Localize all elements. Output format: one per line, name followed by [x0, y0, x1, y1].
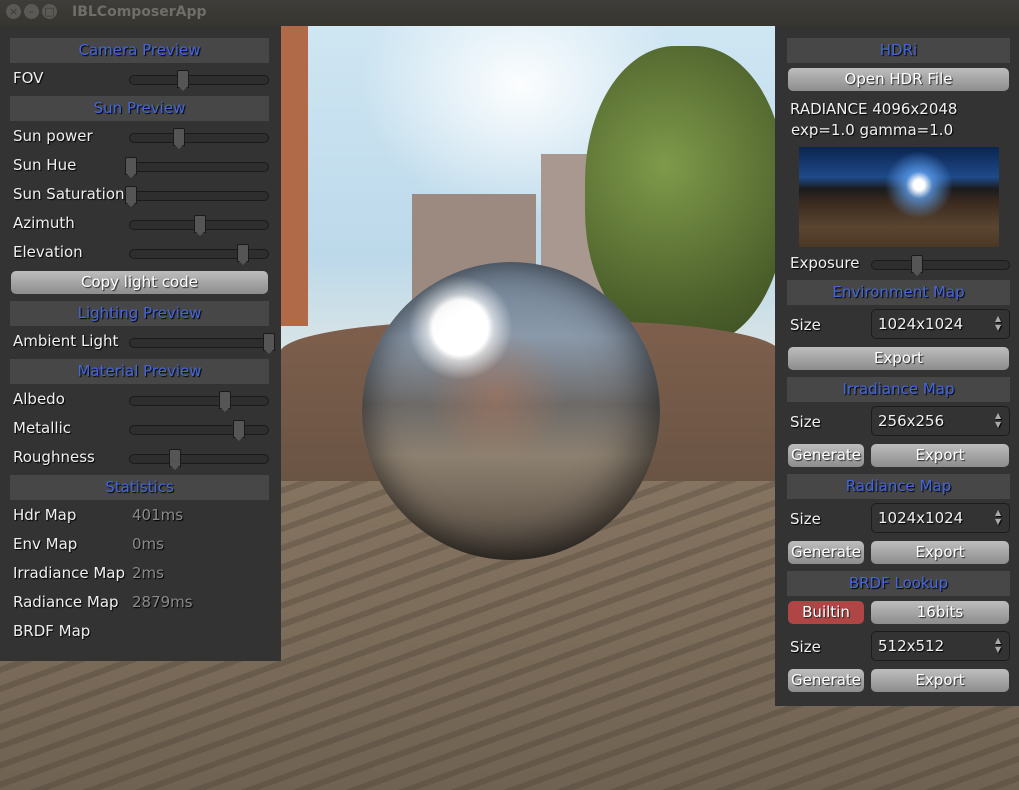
spin-arrows-icon[interactable]: ▲ ▼ — [995, 411, 1003, 429]
stat-label: Env Map — [13, 535, 78, 553]
camera-preview-header: Camera Preview — [10, 38, 269, 63]
sun-preview-header: Sun Preview — [10, 96, 269, 121]
spin-arrows-icon[interactable]: ▲ ▼ — [995, 636, 1003, 654]
stat-label: Radiance Map — [13, 593, 119, 611]
sun-saturation-label: Sun Saturation — [13, 185, 125, 203]
environment-map-header: Environment Map — [787, 280, 1010, 305]
brdf-lookup-header: BRDF Lookup — [787, 571, 1010, 596]
metallic-label: Metallic — [13, 419, 71, 437]
irr-size-value: 256x256 — [878, 412, 945, 430]
slider-handle[interactable] — [194, 215, 206, 236]
brdf-16bits-button[interactable]: 16bits — [871, 601, 1009, 624]
maximize-icon[interactable]: □ — [42, 4, 57, 19]
sun-power-label: Sun power — [13, 127, 93, 145]
slider-handle[interactable] — [177, 70, 190, 91]
slider-handle[interactable] — [232, 420, 245, 441]
stat-value: 2879ms — [132, 593, 193, 611]
elevation-label: Elevation — [13, 243, 83, 261]
stat-label: BRDF Map — [13, 622, 91, 640]
close-icon[interactable]: × — [6, 4, 21, 19]
brdf-builtin-button[interactable]: Builtin — [788, 601, 864, 624]
radiance-map-header: Radiance Map — [787, 474, 1010, 499]
fov-slider[interactable] — [129, 70, 269, 91]
slider-handle[interactable] — [218, 391, 231, 412]
slider-handle[interactable] — [173, 128, 186, 149]
minimize-icon[interactable]: – — [24, 4, 39, 19]
sun-hue-label: Sun Hue — [13, 156, 77, 174]
title-bar: × – □ IBLComposerApp — [0, 0, 1019, 26]
env-export-button[interactable]: Export — [788, 347, 1009, 370]
spin-arrows-icon[interactable]: ▲ ▼ — [995, 508, 1003, 526]
left-panel: Camera Preview FOV Sun Preview Sun power… — [0, 26, 281, 661]
material-sphere — [362, 262, 660, 560]
irr-size-label: Size — [790, 413, 821, 431]
hdri-header: HDRi — [787, 38, 1010, 63]
ambient-light-label: Ambient Light — [13, 332, 119, 350]
irr-size-spinbox[interactable]: 256x256 ▲ ▼ — [871, 406, 1010, 436]
brdf-size-value: 512x512 — [878, 637, 945, 655]
slider-handle[interactable] — [125, 186, 137, 207]
lighting-preview-header: Lighting Preview — [10, 301, 269, 326]
albedo-label: Albedo — [13, 390, 65, 408]
rad-size-value: 1024x1024 — [878, 509, 964, 527]
stat-value: 0ms — [132, 535, 164, 553]
env-size-spinbox[interactable]: 1024x1024 ▲ ▼ — [871, 309, 1010, 339]
stat-label: Irradiance Map — [13, 564, 125, 582]
brdf-export-button[interactable]: Export — [871, 669, 1009, 692]
rad-export-button[interactable]: Export — [871, 541, 1009, 564]
azimuth-label: Azimuth — [13, 214, 75, 232]
copy-light-code-button[interactable]: Copy light code — [11, 271, 268, 294]
azimuth-slider[interactable] — [129, 215, 269, 236]
env-size-value: 1024x1024 — [878, 315, 964, 333]
stat-label: Hdr Map — [13, 506, 77, 524]
tree — [585, 46, 785, 346]
albedo-slider[interactable] — [129, 391, 269, 412]
window-title: IBLComposerApp — [72, 4, 207, 20]
rad-generate-button[interactable]: Generate — [788, 541, 864, 564]
slider-handle[interactable] — [910, 255, 923, 276]
sun-hue-slider[interactable] — [125, 157, 269, 178]
building-left — [280, 26, 308, 326]
slider-handle[interactable] — [263, 333, 275, 354]
stat-value: 2ms — [132, 564, 164, 582]
spin-arrows-icon[interactable]: ▲ ▼ — [995, 314, 1003, 332]
fov-label: FOV — [13, 69, 44, 87]
sun-power-slider[interactable] — [129, 128, 269, 149]
env-size-label: Size — [790, 316, 821, 334]
elevation-slider[interactable] — [129, 244, 269, 265]
hdr-thumbnail — [799, 147, 999, 247]
ambient-light-slider[interactable] — [129, 333, 275, 354]
rad-size-spinbox[interactable]: 1024x1024 ▲ ▼ — [871, 503, 1010, 533]
brdf-size-spinbox[interactable]: 512x512 ▲ ▼ — [871, 631, 1010, 661]
sun-saturation-slider[interactable] — [125, 186, 269, 207]
brdf-size-label: Size — [790, 638, 821, 656]
material-preview-header: Material Preview — [10, 359, 269, 384]
slider-handle[interactable] — [236, 244, 249, 265]
exposure-label: Exposure — [790, 254, 860, 272]
slider-handle[interactable] — [169, 449, 182, 470]
irr-export-button[interactable]: Export — [871, 444, 1009, 467]
hdr-info-line2: exp=1.0 gamma=1.0 — [791, 121, 954, 139]
roughness-label: Roughness — [13, 448, 95, 466]
roughness-slider[interactable] — [129, 449, 269, 470]
irr-generate-button[interactable]: Generate — [788, 444, 864, 467]
hdr-info-line1: RADIANCE 4096x2048 — [790, 100, 958, 118]
metallic-slider[interactable] — [129, 420, 269, 441]
brdf-generate-button[interactable]: Generate — [788, 669, 864, 692]
rad-size-label: Size — [790, 510, 821, 528]
stat-value: 401ms — [132, 506, 184, 524]
right-panel-lower: Exposure Environment Map Size 1024x1024 ▲… — [775, 250, 1019, 706]
irradiance-map-header: Irradiance Map — [787, 377, 1010, 402]
open-hdr-file-button[interactable]: Open HDR File — [788, 68, 1009, 91]
exposure-slider[interactable] — [871, 255, 1010, 276]
statistics-header: Statistics — [10, 475, 269, 500]
slider-handle[interactable] — [125, 157, 137, 178]
